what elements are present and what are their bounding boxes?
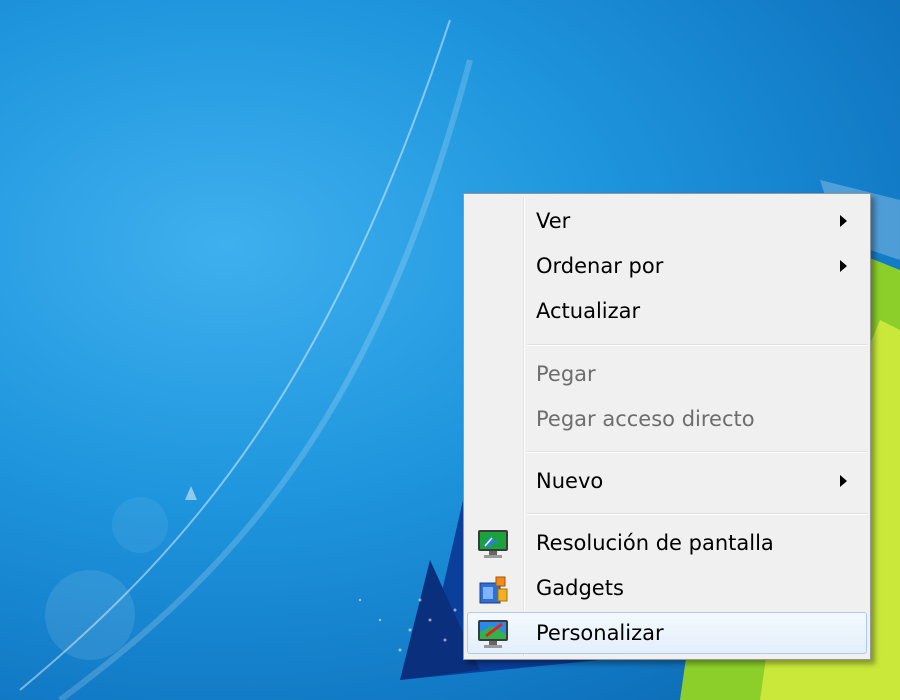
menu-item-resolucion-de-pantalla[interactable]: Resolución de pantalla (467, 522, 867, 564)
menu-item-pegar[interactable]: Pegar (467, 353, 867, 395)
menu-item-ordenar-por[interactable]: Ordenar por (467, 245, 867, 287)
menu-item-label: Gadgets (536, 576, 624, 600)
gadgets-icon (479, 576, 508, 604)
menu-item-nuevo[interactable]: Nuevo (467, 460, 867, 502)
menu-item-personalizar[interactable]: Personalizar (467, 612, 867, 654)
menu-item-label: Personalizar (536, 621, 664, 645)
menu-item-ver[interactable]: Ver (467, 200, 867, 242)
submenu-arrow-icon (840, 260, 847, 272)
menu-item-label: Nuevo (536, 469, 604, 493)
menu-separator (527, 451, 867, 453)
menu-item-label: Ordenar por (536, 254, 664, 278)
menu-item-label: Resolución de pantalla (536, 531, 774, 555)
monitor-resolution-icon (478, 530, 508, 558)
menu-item-pegar-acceso-directo[interactable]: Pegar acceso directo (467, 398, 867, 440)
personalize-icon (478, 620, 508, 648)
desktop[interactable]: Ver Ordenar por Actualizar Pegar Pegar a… (0, 0, 900, 700)
menu-item-label: Pegar (536, 362, 596, 386)
menu-item-label: Pegar acceso directo (536, 407, 755, 431)
menu-item-gadgets[interactable]: Gadgets (467, 567, 867, 609)
menu-item-label: Actualizar (536, 299, 641, 323)
menu-separator (527, 344, 867, 346)
menu-item-label: Ver (536, 209, 571, 233)
submenu-arrow-icon (840, 215, 847, 227)
submenu-arrow-icon (840, 475, 847, 487)
menu-item-actualizar[interactable]: Actualizar (467, 290, 867, 332)
menu-separator (527, 513, 867, 515)
desktop-context-menu: Ver Ordenar por Actualizar Pegar Pegar a… (463, 193, 871, 660)
